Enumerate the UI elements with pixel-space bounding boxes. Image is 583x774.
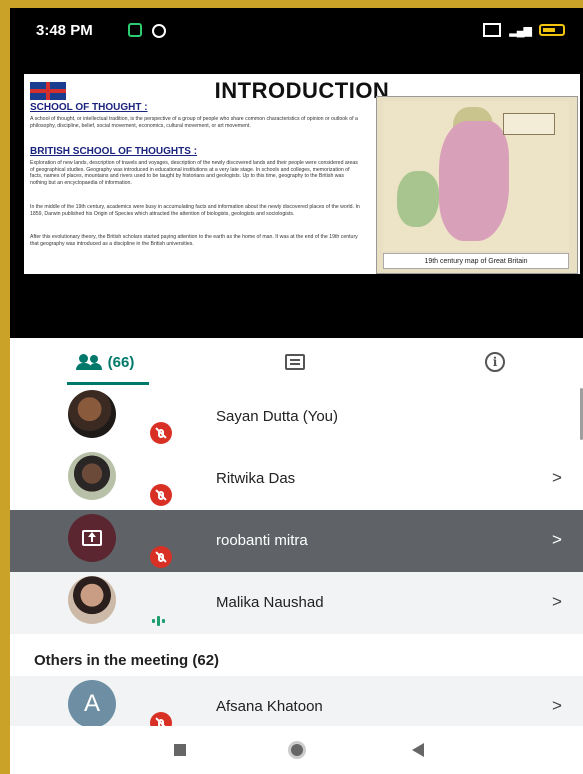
back-icon[interactable] xyxy=(412,743,424,757)
slide-section2-heading: BRITISH SCHOOL OF THOUGHTS : xyxy=(30,146,198,157)
map-image: 19th century map of Great Britain xyxy=(376,96,578,274)
participant-name: Malika Naushad xyxy=(216,594,324,611)
map-caption: 19th century map of Great Britain xyxy=(383,253,569,269)
others-header: Others in the meeting (62) xyxy=(34,652,220,669)
mic-off-icon xyxy=(150,484,172,506)
app-notification-icon xyxy=(128,23,142,37)
participant-name: Ritwika Das xyxy=(216,470,296,487)
active-tab-indicator xyxy=(67,382,149,385)
people-icon xyxy=(75,354,102,370)
participant-row[interactable]: Malika Naushad > xyxy=(10,572,583,634)
chevron-right-icon[interactable]: > xyxy=(552,530,562,550)
chevron-right-icon[interactable]: > xyxy=(552,696,562,716)
slide-section1-heading: SCHOOL OF THOUGHT : xyxy=(30,102,148,113)
participant-name: Sayan Dutta (You) xyxy=(216,408,339,425)
presentation-area[interactable]: INTRODUCTION SCHOOL OF THOUGHT : A schoo… xyxy=(10,58,583,348)
tab-chat[interactable] xyxy=(240,338,350,386)
meeting-tabs: (66) i xyxy=(10,338,583,386)
speaking-indicator-icon xyxy=(152,616,165,626)
mic-off-icon xyxy=(150,422,172,444)
location-icon xyxy=(152,24,166,38)
map-picture xyxy=(383,101,569,251)
map-region-england xyxy=(439,121,509,241)
status-bar: 3:48 PM ▂▄▆ xyxy=(10,8,583,58)
participant-row[interactable]: Ritwika Das > xyxy=(10,448,583,510)
avatar xyxy=(68,576,116,624)
participant-row-presenting[interactable]: roobanti mitra > xyxy=(10,510,583,572)
slide-section1-text: A school of thought, or intellectual tra… xyxy=(30,116,358,129)
mic-off-icon xyxy=(150,546,172,568)
avatar xyxy=(68,390,116,438)
map-region-ireland xyxy=(397,171,439,227)
tab-info[interactable]: i xyxy=(440,338,550,386)
avatar: A xyxy=(68,680,116,728)
present-screen-icon xyxy=(82,530,102,546)
system-nav-bar xyxy=(10,726,583,774)
status-time: 3:48 PM xyxy=(36,22,93,39)
chevron-right-icon[interactable]: > xyxy=(552,468,562,488)
avatar xyxy=(68,452,116,500)
participant-row[interactable]: Sayan Dutta (You) xyxy=(10,386,583,448)
participant-name: Afsana Khatoon xyxy=(216,698,323,715)
presenting-avatar xyxy=(68,514,116,562)
status-icons-left xyxy=(128,23,166,38)
presentation-slide: INTRODUCTION SCHOOL OF THOUGHT : A schoo… xyxy=(24,74,580,274)
home-icon[interactable] xyxy=(288,741,306,759)
chat-icon xyxy=(285,354,305,370)
participant-name: roobanti mitra xyxy=(216,532,308,549)
status-icons-right: ▂▄▆ xyxy=(483,23,565,37)
slide-section2-text3: After this evolutionary theory, the Brit… xyxy=(30,234,358,247)
slide-section2-text1: Exploration of new lands, description of… xyxy=(30,160,358,186)
map-cartouche xyxy=(503,113,555,135)
battery-icon xyxy=(539,24,565,36)
sim-icon xyxy=(483,23,502,37)
signal-icon: ▂▄▆ xyxy=(509,24,532,37)
slide-section2-text2: In the middle of the 19th century, acade… xyxy=(30,204,360,217)
chevron-right-icon[interactable]: > xyxy=(552,592,562,612)
people-count: (66) xyxy=(107,353,135,371)
recents-icon[interactable] xyxy=(174,744,186,756)
phone-screen: 3:48 PM ▂▄▆ INTRODUCTION SCHOOL OF THOUG… xyxy=(10,8,583,774)
device-frame: 3:48 PM ▂▄▆ INTRODUCTION SCHOOL OF THOUG… xyxy=(0,0,583,774)
info-icon: i xyxy=(485,352,505,372)
tab-people[interactable]: (66) xyxy=(50,338,160,386)
